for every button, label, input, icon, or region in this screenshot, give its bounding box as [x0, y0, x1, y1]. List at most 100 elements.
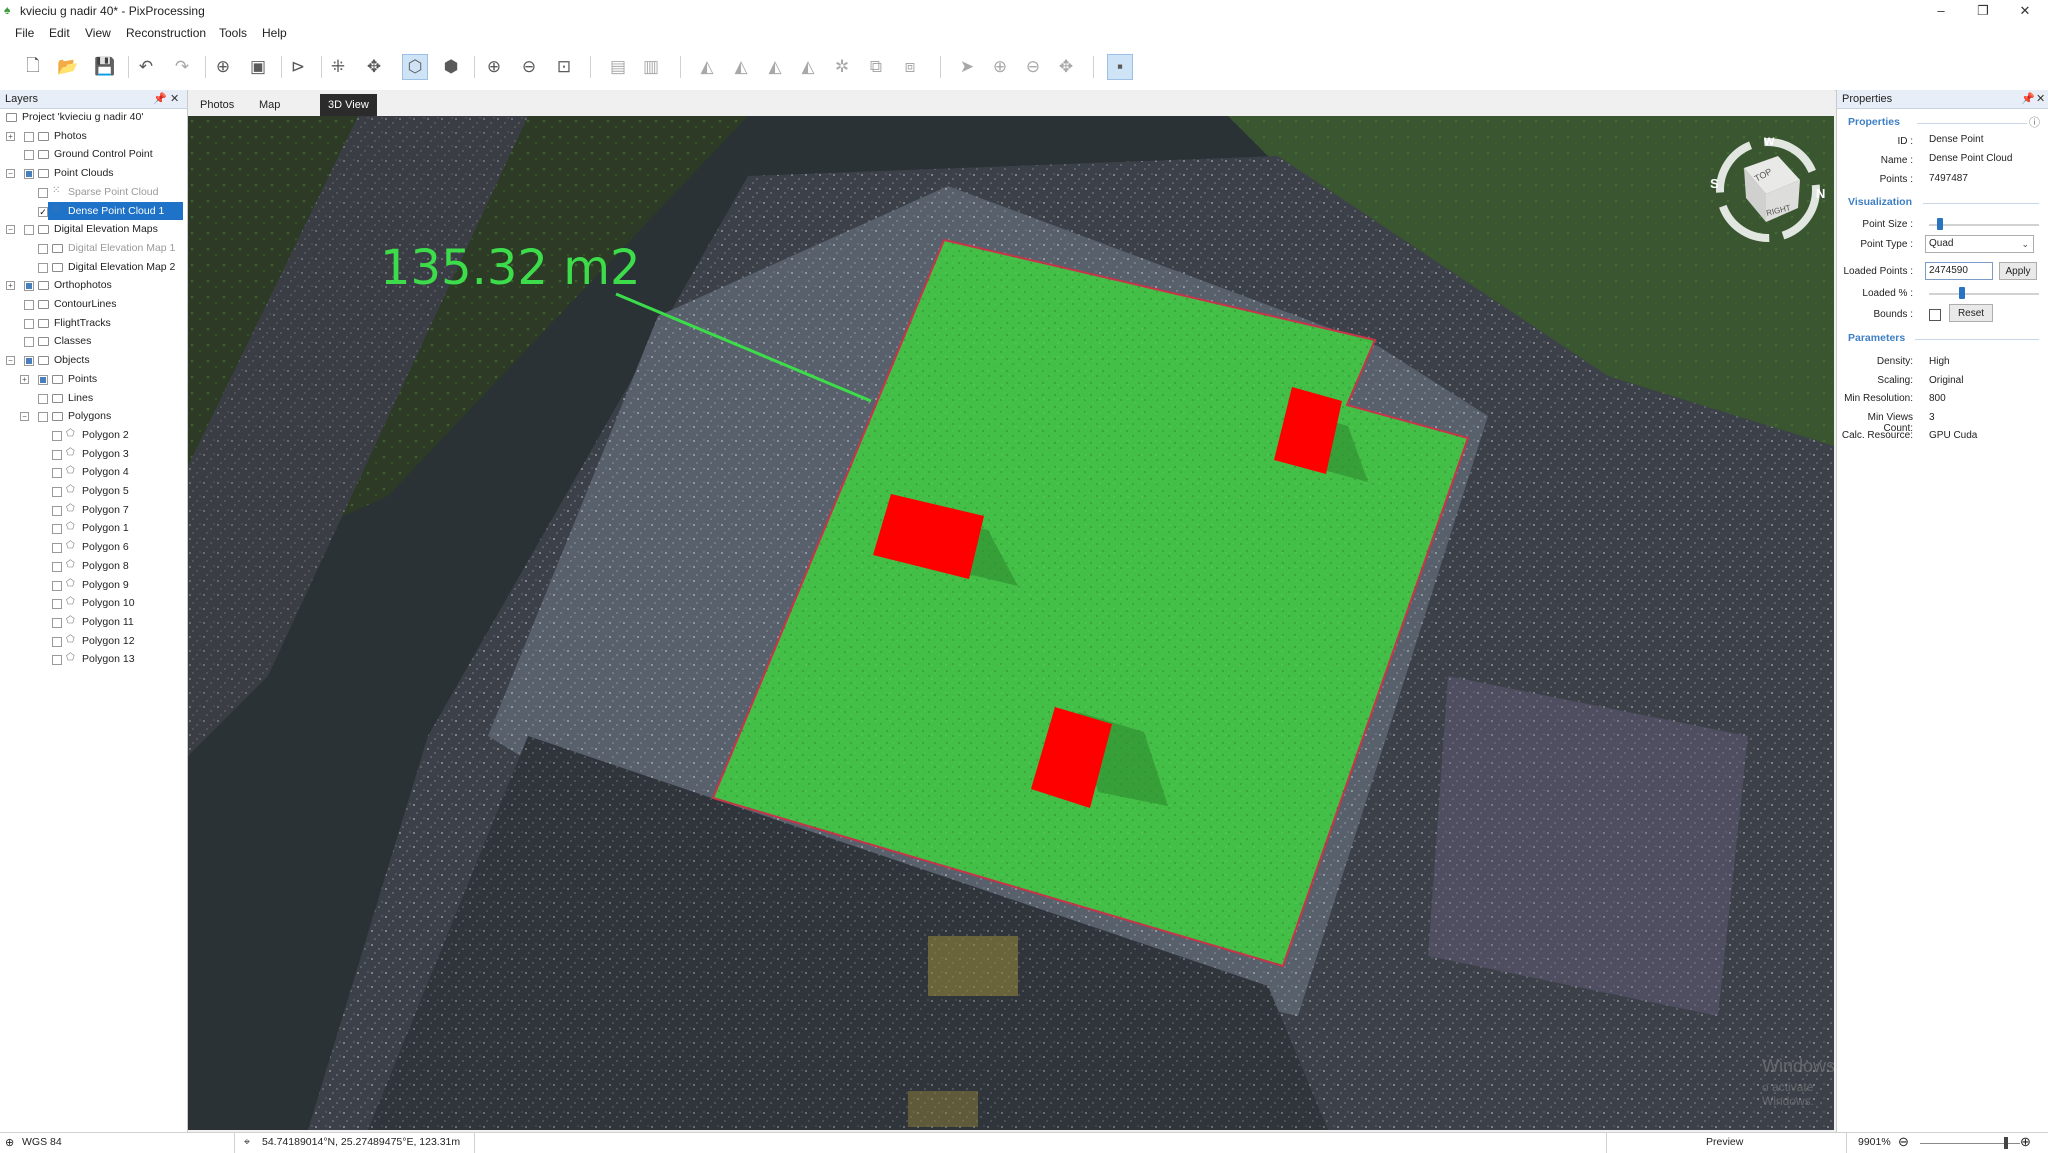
layer-visibility-checkbox[interactable] — [52, 468, 62, 479]
point-size-slider-thumb[interactable] — [1937, 218, 1943, 230]
layer-tree-row[interactable]: ⬠ Polygon 3 — [0, 445, 187, 463]
add-gcp-icon[interactable]: ⊕ — [210, 54, 236, 80]
3d-box-icon[interactable]: ⬡ — [402, 54, 428, 80]
3d-viewport[interactable]: 135.32 m2 TOP RIGHT S N W Windows o acti… — [188, 116, 1834, 1130]
layer-visibility-checkbox[interactable] — [52, 599, 62, 610]
layer-visibility-checkbox[interactable] — [52, 505, 62, 516]
layer-visibility-checkbox[interactable] — [24, 318, 34, 329]
close-button[interactable]: ✕ — [2010, 2, 2040, 20]
layer-visibility-checkbox[interactable] — [52, 487, 62, 497]
navigation-cube[interactable]: TOP RIGHT S N W — [1704, 136, 1832, 246]
reset-button[interactable]: Reset — [1949, 304, 1993, 322]
layer-visibility-checkbox[interactable] — [38, 262, 48, 273]
align-icon[interactable]: ▤ — [605, 54, 631, 80]
layer-tree-row[interactable]: ⬠ Polygon 7 — [0, 501, 187, 519]
layer-visibility-checkbox[interactable] — [24, 281, 34, 292]
expand-icon[interactable]: + — [6, 281, 15, 291]
layer-tree-row[interactable]: ⬠ Polygon 12 — [0, 632, 187, 650]
layer-tree-row[interactable]: + Points — [0, 370, 187, 388]
play-icon[interactable]: ⊳ — [285, 54, 311, 80]
minimize-button[interactable]: – — [1926, 2, 1956, 20]
expand-icon[interactable]: + — [20, 374, 29, 384]
menu-help[interactable]: Help — [262, 26, 287, 40]
move-point-icon[interactable]: ✥ — [1053, 54, 1079, 80]
layer-visibility-checkbox[interactable] — [52, 449, 62, 460]
layer-tree-row[interactable]: − Digital Elevation Maps — [0, 220, 187, 238]
restore-button[interactable]: ❐ — [1968, 2, 1998, 20]
layer-tree-row[interactable]: + Photos — [0, 127, 187, 145]
layer-tree-row[interactable]: ⬠ Polygon 1 — [0, 519, 187, 537]
layer-tree-row[interactable]: − Objects — [0, 351, 187, 369]
zoom-in-icon[interactable]: ⊕ — [481, 54, 507, 80]
collapse-icon[interactable]: − — [20, 412, 29, 422]
layer-visibility-checkbox[interactable] — [52, 430, 62, 441]
layer-visibility-checkbox[interactable] — [38, 187, 48, 198]
zoom-out-icon[interactable]: ⊖ — [1898, 1134, 1909, 1150]
layer-visibility-checkbox[interactable] — [52, 543, 62, 554]
pin-icon[interactable]: 📌 — [153, 92, 167, 105]
save-icon[interactable]: 💾 — [92, 54, 118, 80]
3d-box-outline-icon[interactable]: ⬢ — [438, 54, 464, 80]
layer-tree-row[interactable]: − Point Clouds — [0, 164, 187, 182]
undo-icon[interactable]: ↶ — [133, 54, 159, 80]
move-selection-icon[interactable]: ✥ — [361, 54, 387, 80]
collapse-icon[interactable]: − — [6, 169, 15, 179]
loaded-percent-slider[interactable] — [1929, 293, 2039, 295]
layer-tree-row[interactable]: ⬠ Polygon 13 — [0, 650, 187, 668]
tab-map[interactable]: Map — [251, 94, 288, 116]
loaded-points-input[interactable]: 2474590 — [1925, 262, 1993, 280]
collapse-icon[interactable]: − — [6, 225, 15, 235]
zoom-out-icon[interactable]: ⊖ — [516, 54, 542, 80]
pin-icon[interactable]: 📌 — [2021, 92, 2035, 105]
loaded-percent-slider-thumb[interactable] — [1959, 287, 1965, 299]
layer-tree-row[interactable]: Digital Elevation Map 1 — [0, 239, 187, 257]
expand-selection-icon[interactable]: ⁜ — [325, 54, 351, 80]
import-image-icon[interactable]: ▣ — [245, 54, 271, 80]
help-icon[interactable]: ⓘ — [2029, 114, 2040, 130]
layer-visibility-checkbox[interactable] — [52, 524, 62, 535]
display-mode-icon[interactable]: ▪ — [1107, 54, 1133, 80]
menu-reconstruction[interactable]: Reconstruction — [126, 26, 206, 40]
layer-visibility-checkbox[interactable] — [38, 393, 48, 404]
layer-tree-row[interactable]: ⬠ Polygon 8 — [0, 557, 187, 575]
layer-visibility-checkbox[interactable] — [24, 337, 34, 348]
close-panel-icon[interactable]: ✕ — [170, 92, 179, 105]
layer-tree-row[interactable]: Classes — [0, 332, 187, 350]
layer-tree-row[interactable]: Digital Elevation Map 2 — [0, 258, 187, 276]
apply-button[interactable]: Apply — [1999, 262, 2037, 280]
zoom-fit-icon[interactable]: ⊡ — [551, 54, 577, 80]
layer-visibility-checkbox[interactable] — [38, 374, 48, 385]
layer-visibility-checkbox[interactable] — [24, 356, 34, 367]
layer-tree-row[interactable]: ✓ ⁙ Dense Point Cloud 1 — [38, 201, 183, 220]
layer-visibility-checkbox[interactable] — [38, 243, 48, 254]
layer-visibility-checkbox[interactable] — [24, 300, 34, 310]
zoom-in-icon[interactable]: ⊕ — [2020, 1134, 2031, 1150]
pointer-icon[interactable]: ➤ — [954, 54, 980, 80]
menu-tools[interactable]: Tools — [219, 26, 247, 40]
new-file-icon[interactable]: 🗋 — [20, 54, 46, 80]
terrain-4-icon[interactable]: ◭ — [795, 54, 821, 80]
layer-visibility-checkbox[interactable] — [52, 636, 62, 647]
layer-tree-row[interactable]: Ground Control Point — [0, 145, 187, 163]
layer-tree-row[interactable]: FlightTracks — [0, 314, 187, 332]
terrain-icon[interactable]: ◭ — [694, 54, 720, 80]
crop-icon[interactable]: ⧉ — [863, 54, 889, 80]
layer-visibility-checkbox[interactable]: ✓ — [38, 206, 48, 217]
layer-visibility-checkbox[interactable] — [24, 131, 34, 142]
layer-tree-row[interactable]: ⬠ Polygon 4 — [0, 463, 187, 481]
layer-visibility-checkbox[interactable] — [52, 617, 62, 628]
layer-tree-row[interactable]: ⬠ Polygon 6 — [0, 538, 187, 556]
building-icon[interactable]: ▥ — [638, 54, 664, 80]
layer-tree-row[interactable]: − Polygons — [0, 407, 187, 425]
menu-view[interactable]: View — [85, 26, 111, 40]
layer-tree-row[interactable]: ⁙ Sparse Point Cloud — [0, 183, 187, 201]
layer-tree-row[interactable]: ⬠ Polygon 10 — [0, 594, 187, 612]
layer-visibility-checkbox[interactable] — [24, 169, 34, 180]
collapse-icon[interactable]: − — [6, 356, 15, 366]
redo-icon[interactable]: ↷ — [169, 54, 195, 80]
layer-visibility-checkbox[interactable] — [52, 655, 62, 666]
layer-visibility-checkbox[interactable] — [52, 580, 62, 591]
layer-visibility-checkbox[interactable] — [24, 150, 34, 161]
layer-tree-row[interactable]: Project 'kvieciu g nadir 40' — [0, 108, 187, 126]
terrain-2-icon[interactable]: ◭ — [728, 54, 754, 80]
